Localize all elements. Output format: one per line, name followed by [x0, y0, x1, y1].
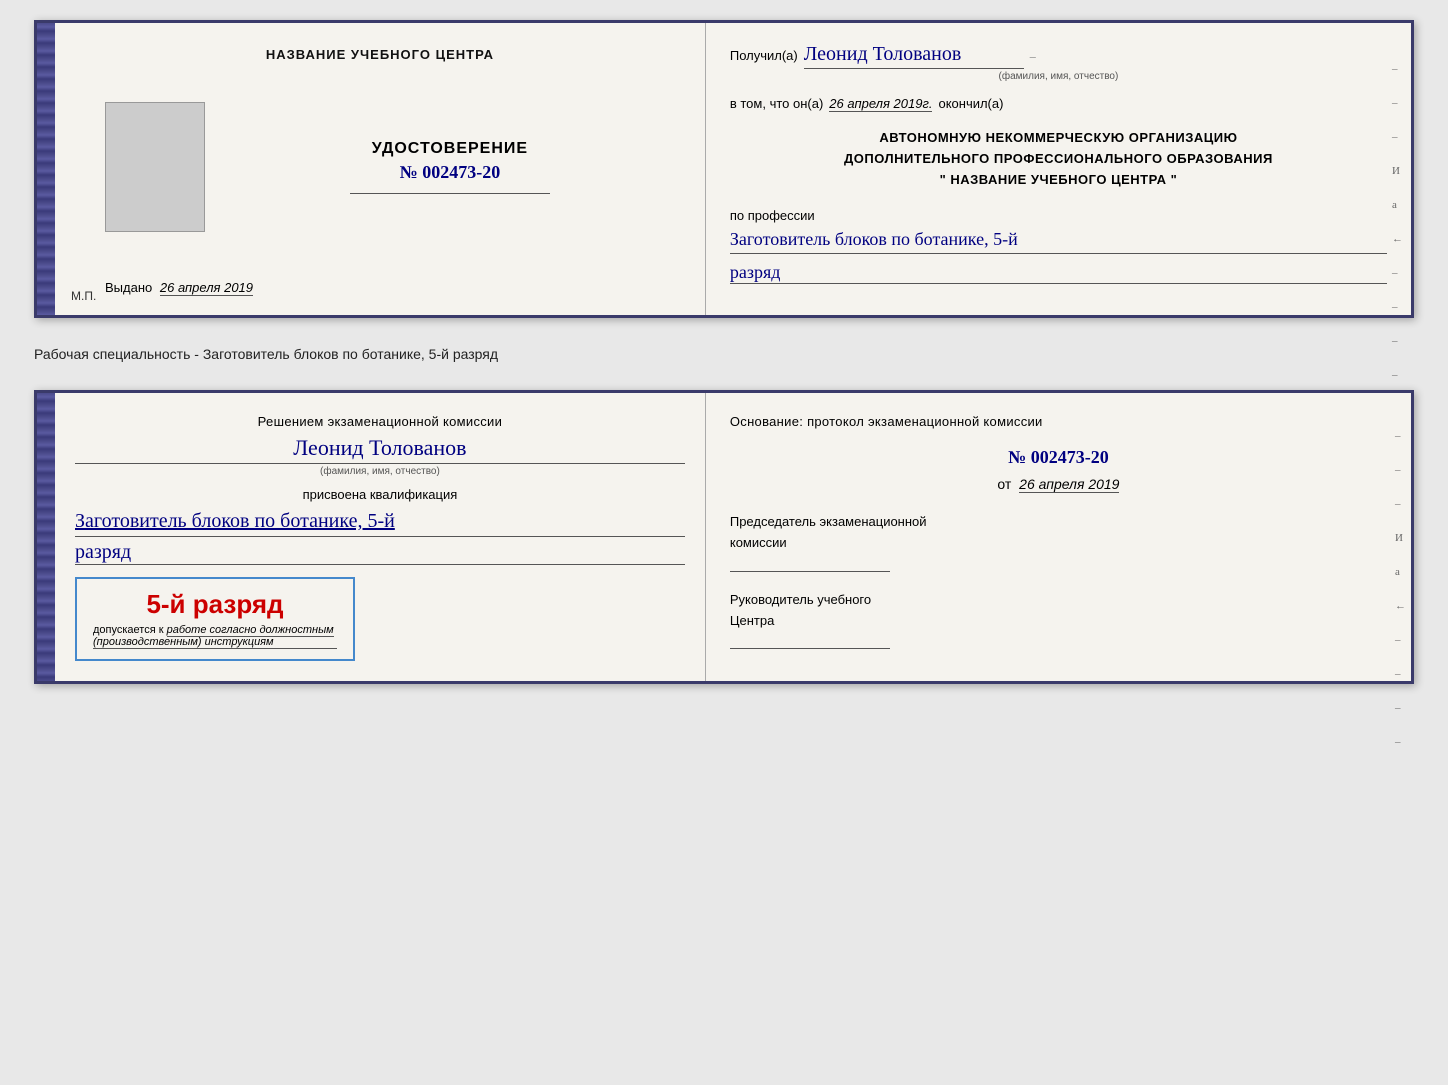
certificate-book-1: НАЗВАНИЕ УЧЕБНОГО ЦЕНТРА УДОСТОВЕРЕНИЕ №…: [34, 20, 1414, 318]
photo-placeholder: [105, 102, 205, 232]
stamp-italic2: (производственным) инструкциям: [93, 636, 337, 649]
certify-date: 26 апреля 2019г.: [829, 96, 932, 112]
separator-text: Рабочая специальность - Заготовитель бло…: [34, 340, 498, 368]
book-spine-2: [37, 393, 55, 681]
training-center-title-left: НАЗВАНИЕ УЧЕБНОГО ЦЕНТРА: [266, 47, 494, 62]
rank-value-top: разряд: [730, 262, 1387, 284]
book-spine-left: [37, 23, 55, 315]
director-block: Руководитель учебного Центра: [730, 590, 1387, 650]
received-label: Получил(а): [730, 48, 798, 63]
decision-text: Решением экзаменационной комиссии: [75, 413, 685, 431]
separator-section: Рабочая специальность - Заготовитель бло…: [34, 336, 1414, 372]
chairman-signature-line: [730, 558, 890, 572]
issued-line: Выдано 26 апреля 2019: [105, 280, 685, 295]
recipient-name-top: Леонид Толованов: [804, 43, 1024, 69]
profession-value-bottom: Заготовитель блоков по ботанике, 5-й: [75, 506, 685, 537]
cert-title: УДОСТОВЕРЕНИЕ: [372, 140, 528, 158]
right-page-2: Основание: протокол экзаменационной коми…: [706, 393, 1411, 681]
fio-subtext-bottom: (фамилия, имя, отчество): [75, 466, 685, 477]
chairman-label: Председатель экзаменационной: [730, 512, 1387, 533]
left-page-1: НАЗВАНИЕ УЧЕБНОГО ЦЕНТРА УДОСТОВЕРЕНИЕ №…: [55, 23, 706, 315]
right-page-1: Получил(а) Леонид Толованов – (фамилия, …: [706, 23, 1411, 315]
director-signature-line: [730, 635, 890, 649]
date-prefix: от: [997, 476, 1011, 492]
stamp-box: 5-й разряд допускается к работе согласно…: [75, 577, 355, 661]
fio-subtext-top: (фамилия, имя, отчество): [730, 71, 1387, 82]
chairman-label2: комиссии: [730, 533, 1387, 554]
cert-number: № 002473-20: [400, 162, 501, 183]
issued-date: 26 апреля 2019: [160, 280, 253, 296]
profession-value-top: Заготовитель блоков по ботанике, 5-й: [730, 227, 1387, 253]
margin-marks-bottom: – – – И а ← – – – –: [1395, 430, 1406, 748]
certificate-book-2: Решением экзаменационной комиссии Леонид…: [34, 390, 1414, 684]
protocol-date-line: от 26 апреля 2019: [730, 476, 1387, 492]
chairman-block: Председатель экзаменационной комиссии: [730, 512, 1387, 572]
stamp-rank: 5-й разряд: [93, 589, 337, 620]
issued-label: Выдано: [105, 280, 152, 295]
protocol-number: № 002473-20: [730, 447, 1387, 468]
assigned-text: присвоена квалификация: [75, 487, 685, 502]
certify-text: в том, что он(а): [730, 96, 823, 111]
mp-label: М.П.: [71, 289, 96, 303]
profession-label: по профессии: [730, 208, 1387, 223]
org-name: " НАЗВАНИЕ УЧЕБНОГО ЦЕНТРА ": [730, 170, 1387, 191]
org-line2: ДОПОЛНИТЕЛЬНОГО ПРОФЕССИОНАЛЬНОГО ОБРАЗО…: [730, 149, 1387, 170]
director-label2: Центра: [730, 611, 1387, 632]
stamp-allowed-prefix: допускается к: [93, 624, 164, 636]
rank-value-bottom: разряд: [75, 541, 685, 565]
org-line1: АВТОНОМНУЮ НЕКОММЕРЧЕСКУЮ ОРГАНИЗАЦИЮ: [730, 128, 1387, 149]
director-label: Руководитель учебного: [730, 590, 1387, 611]
margin-marks-top: – – – И а ← – – – –: [1392, 63, 1403, 381]
left-page-2: Решением экзаменационной комиссии Леонид…: [55, 393, 706, 681]
person-name-bottom: Леонид Толованов: [75, 435, 685, 464]
organization-block: АВТОНОМНУЮ НЕКОММЕРЧЕСКУЮ ОРГАНИЗАЦИЮ ДО…: [730, 128, 1387, 190]
certify-finished: окончил(а): [938, 96, 1003, 111]
stamp-allowed: допускается к работе согласно должностны…: [93, 624, 337, 636]
basis-text: Основание: протокол экзаменационной коми…: [730, 413, 1387, 431]
date-value: 26 апреля 2019: [1019, 476, 1119, 493]
